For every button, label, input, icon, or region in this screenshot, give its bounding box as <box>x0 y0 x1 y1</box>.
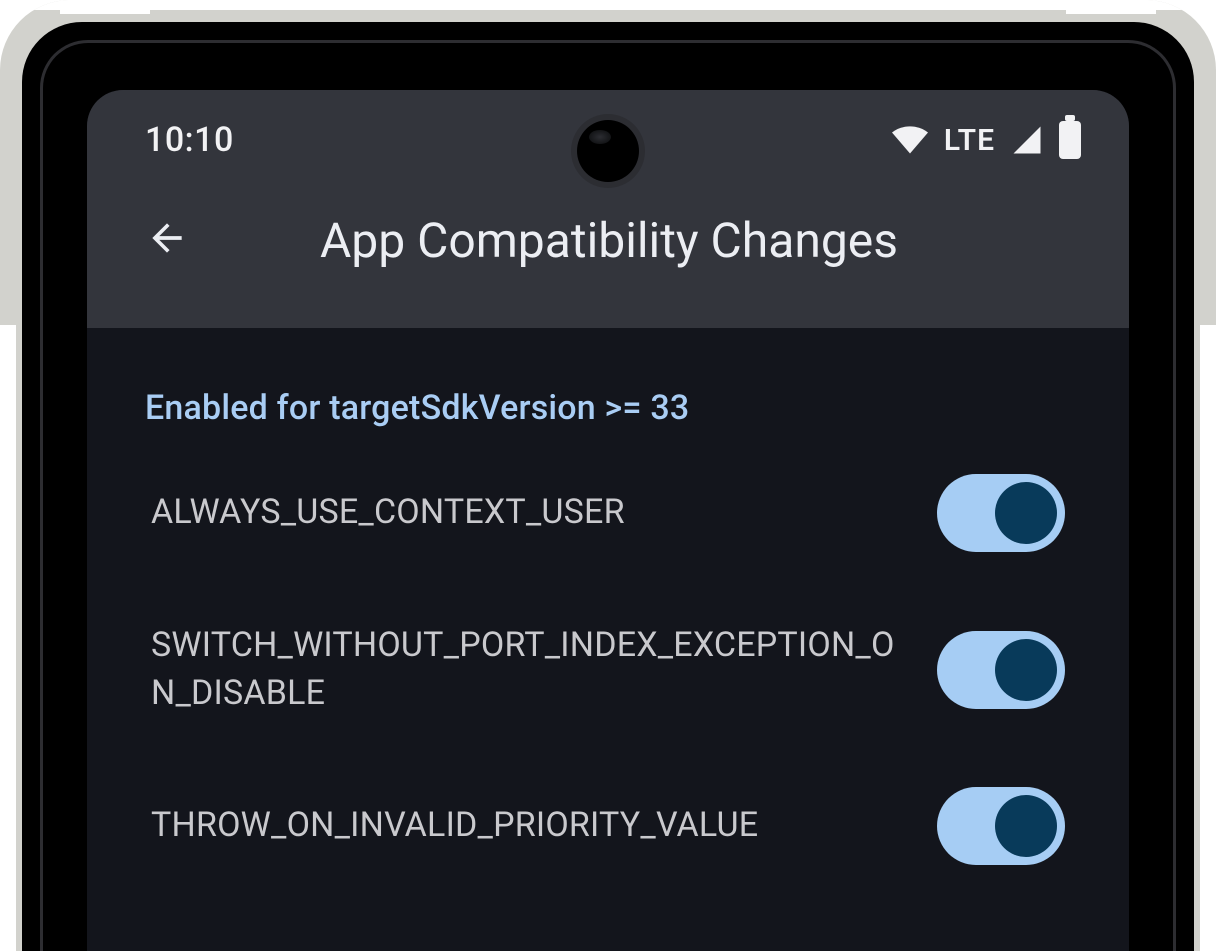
toggle-switch[interactable] <box>937 631 1065 709</box>
network-type-label: LTE <box>944 123 995 158</box>
arrow-back-icon <box>145 216 189 264</box>
screen: 10:10 LTE <box>87 90 1129 951</box>
compat-change-label: SWITCH_WITHOUT_PORT_INDEX_EXCEPTION_ON_D… <box>151 622 905 717</box>
back-button[interactable] <box>137 210 197 270</box>
wifi-icon <box>892 126 928 154</box>
toggle-switch[interactable] <box>937 787 1065 865</box>
toggle-switch[interactable] <box>937 474 1065 552</box>
cellular-signal-icon <box>1011 125 1043 155</box>
app-bar: App Compatibility Changes <box>87 190 1129 290</box>
section-header: Enabled for targetSdkVersion >= 33 <box>145 388 1071 428</box>
compat-change-row[interactable]: THROW_ON_INVALID_PRIORITY_VALUE <box>145 751 1071 901</box>
compat-change-row[interactable]: SWITCH_WITHOUT_PORT_INDEX_EXCEPTION_ON_D… <box>145 588 1071 751</box>
camera-cutout-icon <box>577 120 639 182</box>
content-area: Enabled for targetSdkVersion >= 33 ALWAY… <box>87 328 1129 901</box>
battery-icon <box>1059 121 1081 159</box>
page-title: App Compatibility Changes <box>197 212 1081 269</box>
compat-change-row[interactable]: ALWAYS_USE_CONTEXT_USER <box>145 438 1071 588</box>
phone-body: 10:10 LTE <box>22 22 1194 951</box>
compat-change-label: ALWAYS_USE_CONTEXT_USER <box>151 489 905 537</box>
status-time: 10:10 <box>145 120 234 160</box>
compat-change-label: THROW_ON_INVALID_PRIORITY_VALUE <box>151 802 905 850</box>
